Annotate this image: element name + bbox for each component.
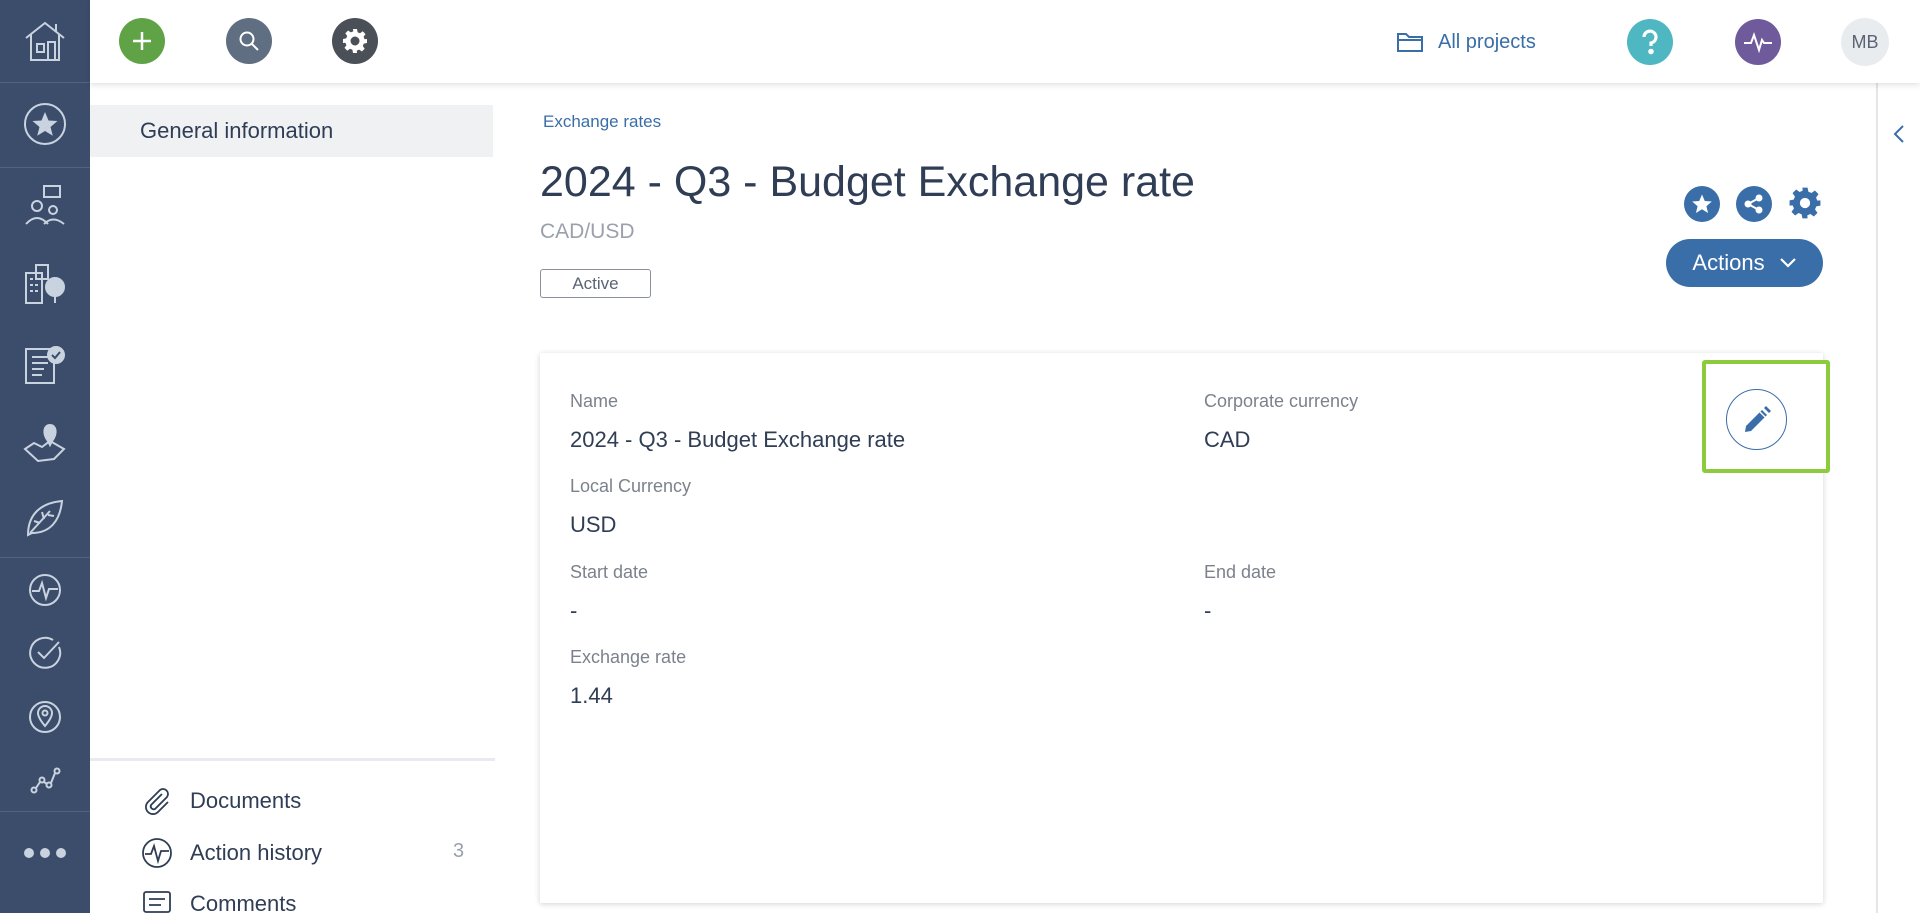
corporate-currency-label: Corporate currency [1204, 391, 1359, 411]
home-icon [25, 21, 65, 61]
exchange-rate-label: Exchange rate [570, 647, 687, 667]
folder-icon [1397, 33, 1423, 52]
activity-button[interactable] [1735, 19, 1781, 65]
page-subtitle: CAD/USD [540, 220, 635, 243]
people-comment-icon [25, 185, 65, 225]
buildings-icon [25, 264, 65, 304]
all-projects-link[interactable]: All projects [1396, 28, 1536, 56]
sidenav-item-label: Comments [190, 891, 297, 913]
home-button[interactable] [0, 0, 90, 83]
all-projects-label: All projects [1438, 30, 1536, 53]
sidenav-item-documents[interactable]: Documents [140, 785, 301, 817]
sidenav-divider [90, 758, 495, 761]
rail-indicators[interactable] [0, 750, 90, 810]
add-button[interactable] [119, 18, 165, 64]
trend-icon [30, 767, 61, 794]
breadcrumb[interactable]: Exchange rates [543, 112, 661, 132]
rail-territories[interactable] [0, 412, 90, 472]
pencil-icon [1744, 405, 1771, 432]
actions-dropdown-button[interactable]: Actions [1666, 239, 1823, 287]
rail-favorites[interactable] [0, 94, 90, 154]
corporate-currency-value: CAD [1204, 427, 1251, 452]
search-button[interactable] [226, 18, 272, 64]
end-date-value: - [1204, 598, 1212, 623]
favorite-button[interactable] [1684, 186, 1720, 222]
clipboard-check-icon [25, 346, 65, 384]
chevron-left-icon [1893, 125, 1904, 143]
local-currency-label: Local Currency [570, 476, 692, 496]
start-date-value: - [570, 598, 578, 623]
rail-stakeholders[interactable] [0, 175, 90, 235]
leaf-icon [26, 499, 64, 537]
sidenav-item-general-information[interactable]: General information [90, 105, 493, 157]
gear-icon [343, 29, 367, 53]
help-button[interactable] [1627, 19, 1673, 65]
plus-icon [133, 32, 151, 50]
search-icon [239, 31, 259, 51]
sidenav-item-label: Documents [190, 788, 302, 813]
avatar[interactable]: MB [1841, 18, 1889, 66]
status-badge: Active [540, 269, 651, 298]
more-icon [24, 848, 66, 858]
settings-button[interactable] [332, 18, 378, 64]
rail-environment[interactable] [0, 488, 90, 548]
comment-icon [140, 889, 174, 913]
rail-activity[interactable] [0, 560, 90, 620]
page-title: 2024 - Q3 - Budget Exchange rate [540, 158, 1195, 206]
left-rail [0, 0, 90, 913]
top-bar: All projects MB [90, 0, 1920, 83]
local-currency-value: USD [570, 512, 617, 537]
rail-tasks[interactable] [0, 623, 90, 683]
gear-icon [1789, 187, 1821, 219]
name-label: Name [570, 391, 619, 411]
rail-more[interactable] [0, 823, 90, 883]
sidenav-item-comments[interactable]: Comments [140, 888, 296, 913]
rail-locations[interactable] [0, 687, 90, 747]
share-button[interactable] [1736, 186, 1772, 222]
rail-divider [0, 557, 90, 558]
end-date-label: End date [1204, 562, 1277, 582]
pulse-icon [140, 837, 174, 869]
right-panel-strip [1876, 83, 1920, 913]
rail-sites[interactable] [0, 254, 90, 314]
question-icon [1642, 29, 1658, 55]
record-sidenav: General information Documents Action his… [90, 83, 495, 913]
map-pin-region-icon [23, 423, 66, 463]
edit-button[interactable] [1726, 389, 1787, 450]
collapse-panel-button[interactable] [1892, 123, 1906, 150]
share-icon [1744, 194, 1763, 214]
paperclip-icon [140, 786, 174, 816]
sidenav-item-label: Action history [190, 840, 323, 865]
start-date-label: Start date [570, 562, 649, 582]
sidenav-item-action-history[interactable]: Action history [140, 837, 322, 869]
record-settings-button[interactable] [1786, 184, 1824, 222]
rail-divider [0, 811, 90, 812]
location-icon [29, 701, 61, 733]
chevron-down-icon [1779, 258, 1796, 268]
name-value: 2024 - Q3 - Budget Exchange rate [570, 427, 906, 452]
check-circle-icon [29, 636, 62, 669]
pulse-icon [1744, 32, 1772, 53]
star-icon [24, 103, 66, 145]
actions-label: Actions [1692, 250, 1765, 275]
rail-assessments[interactable] [0, 334, 90, 394]
rail-divider [0, 167, 90, 168]
action-history-count: 3 [453, 840, 465, 862]
pulse-icon [29, 574, 61, 606]
star-icon [1692, 194, 1712, 213]
exchange-rate-value: 1.44 [570, 683, 613, 708]
